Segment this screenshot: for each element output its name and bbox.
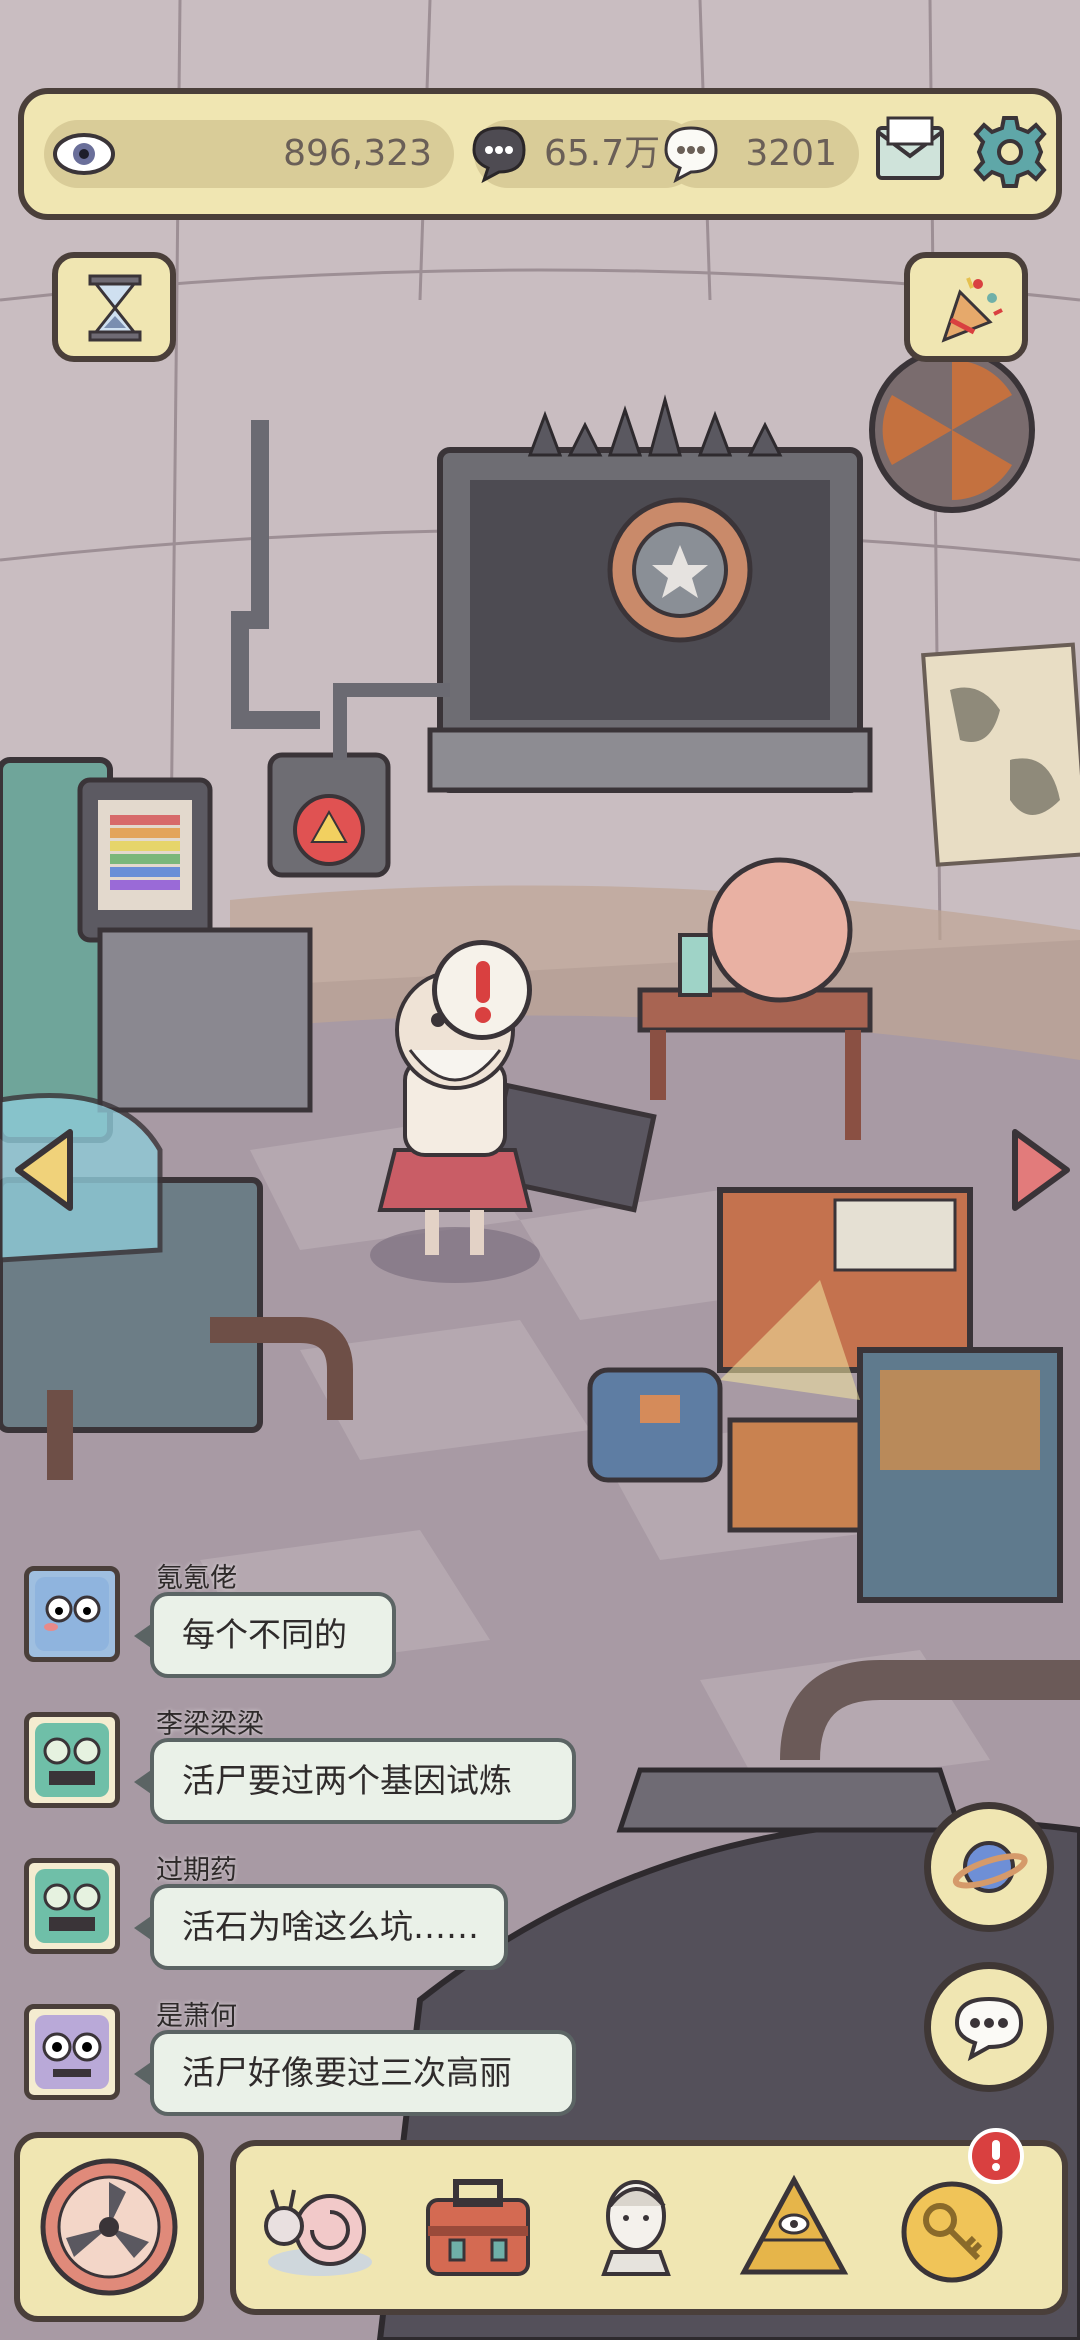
chat-username: 是萧何 — [156, 2001, 237, 2032]
pyramid-eye-icon — [732, 2166, 856, 2294]
resource-bar: 896,323 65.7万 3201 — [18, 88, 1062, 220]
nav-statue-button[interactable] — [574, 2166, 698, 2290]
hourglass-icon — [84, 272, 146, 348]
chat-username: 过期药 — [156, 1855, 237, 1886]
bust-statue-icon — [574, 2166, 698, 2294]
eye-icon — [52, 128, 116, 180]
chat-message: 每个不同的 — [134, 1592, 396, 1678]
white-speech-bubble-icon — [658, 120, 724, 186]
white-bubble-count: 3201 — [745, 133, 837, 174]
party-popper-icon — [934, 270, 1004, 350]
mail-icon — [870, 112, 950, 196]
dark-speech-bubble-icon — [466, 120, 532, 186]
mail-button[interactable] — [870, 112, 950, 192]
planet-button[interactable] — [924, 1802, 1054, 1932]
chat-username: 氪氪佬 — [156, 1563, 237, 1594]
chat-avatar[interactable] — [24, 1712, 120, 1808]
gear-icon — [970, 112, 1050, 196]
notification-badge — [968, 2128, 1024, 2184]
event-button[interactable] — [904, 252, 1028, 362]
key-coin-icon — [890, 2166, 1014, 2294]
snail-icon — [258, 2166, 382, 2294]
toolbox-icon — [416, 2166, 540, 2294]
chat-avatar[interactable] — [24, 1566, 120, 1662]
nav-key-button[interactable] — [890, 2128, 1024, 2290]
fan-icon — [34, 2152, 184, 2306]
chat-message: 活石为啥这么坑…… — [134, 1884, 508, 1970]
exclamation-icon — [972, 2132, 1020, 2184]
chat-button[interactable] — [924, 1962, 1054, 2092]
nav-pyramid-button[interactable] — [732, 2166, 856, 2290]
exclamation-icon — [432, 940, 532, 1040]
alert-speech-bubble[interactable] — [432, 940, 532, 1040]
scroll-left-arrow[interactable] — [10, 1120, 80, 1220]
hourglass-button[interactable] — [52, 252, 176, 362]
dark-bubble-count: 65.7万 — [544, 133, 661, 174]
settings-button[interactable] — [970, 112, 1050, 192]
bottom-nav-bar — [230, 2128, 1068, 2315]
nav-snail-button[interactable] — [258, 2166, 382, 2290]
planet-icon — [949, 1827, 1029, 1911]
eye-counter: 896,323 — [44, 120, 454, 188]
chat-username: 李梁梁梁 — [156, 1709, 264, 1740]
chat-avatar[interactable] — [24, 2004, 120, 2100]
chat-icon — [949, 1987, 1029, 2071]
nav-toolbox-button[interactable] — [416, 2166, 540, 2290]
eye-count: 896,323 — [283, 133, 432, 174]
white-bubble-counter: 3201 — [664, 120, 859, 188]
chat-message: 活尸好像要过三次高丽 — [134, 2030, 576, 2116]
chat-message: 活尸要过两个基因试炼 — [134, 1738, 576, 1824]
main-action-button[interactable] — [14, 2132, 204, 2322]
scroll-right-arrow[interactable] — [1005, 1120, 1075, 1220]
chat-avatar[interactable] — [24, 1858, 120, 1954]
